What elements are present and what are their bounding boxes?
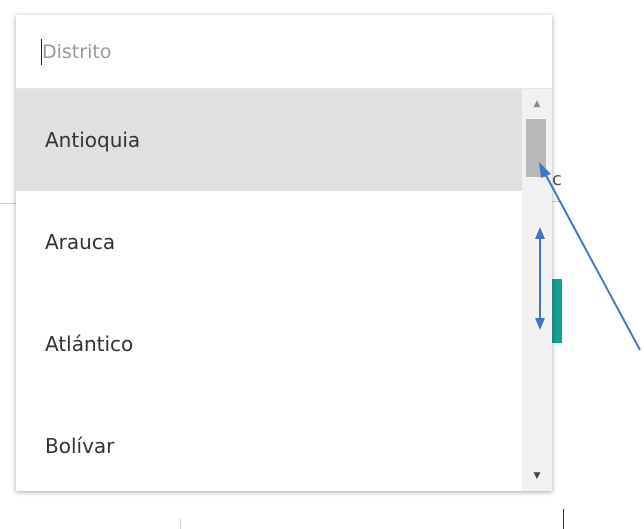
background-partial-text: c — [552, 169, 562, 190]
options-list: Antioquia Arauca Atlántico Bolívar — [16, 89, 522, 491]
background-divider — [0, 203, 16, 204]
scroll-up-arrow-icon[interactable]: ▲ — [522, 93, 552, 115]
option-bolivar[interactable]: Bolívar — [16, 395, 522, 491]
options-scrollbar[interactable]: ▲ ▼ — [522, 89, 552, 491]
background-text-caret — [563, 509, 564, 529]
text-cursor — [41, 39, 42, 65]
district-dropdown: Antioquia Arauca Atlántico Bolívar ▲ ▼ — [16, 15, 552, 491]
option-arauca[interactable]: Arauca — [16, 191, 522, 293]
background-teal-button-edge — [552, 279, 562, 343]
scroll-down-arrow-icon[interactable]: ▼ — [522, 465, 552, 487]
option-atlantico[interactable]: Atlántico — [16, 293, 522, 395]
search-box — [16, 15, 552, 89]
district-search-input[interactable] — [38, 35, 522, 69]
scrollbar-thumb[interactable] — [526, 119, 546, 177]
background-divider — [552, 201, 562, 202]
background-divider — [180, 518, 181, 529]
option-antioquia[interactable]: Antioquia — [16, 89, 522, 191]
